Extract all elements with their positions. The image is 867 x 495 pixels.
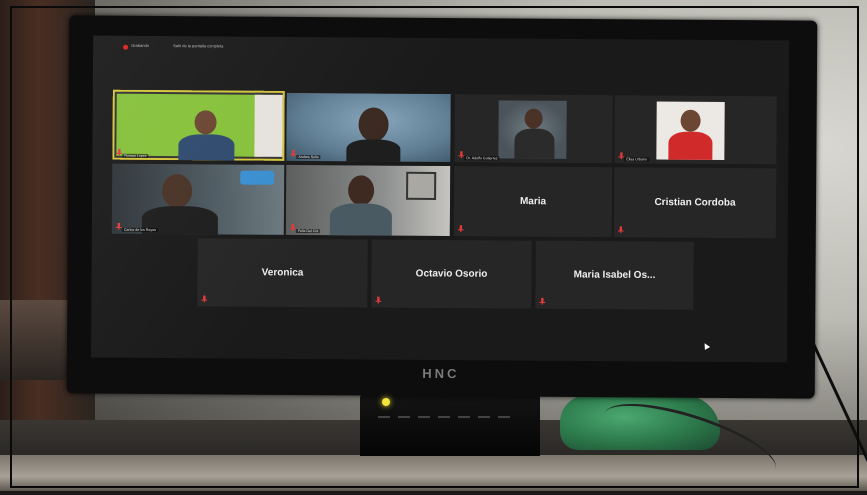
record-icon <box>123 44 129 50</box>
background-poster <box>240 170 275 185</box>
participant-tile[interactable]: Felix Del Cid <box>285 164 451 237</box>
participant-head <box>524 108 543 129</box>
video-call-screen: Grabando Salir de la pantalla completa R… <box>90 35 790 363</box>
participant-tile[interactable]: Dr. Adolfo Gutierrez <box>454 94 613 164</box>
meeting-topbar: Grabando Salir de la pantalla completa <box>93 36 789 61</box>
participant-name: Maria Isabel Os... <box>573 269 656 281</box>
participant-tile[interactable]: Maria <box>453 166 613 238</box>
participant-name: Octavio Osorio <box>415 268 488 280</box>
participant-name: Roman Lopez <box>122 153 149 158</box>
mic-muted-icon <box>539 298 545 305</box>
participant-name: Veronica <box>261 267 304 279</box>
monitor: Grabando Salir de la pantalla completa R… <box>66 15 818 399</box>
mic-muted-icon <box>618 226 624 233</box>
participant-head <box>161 174 193 209</box>
video-background-wall <box>254 94 283 157</box>
participant-name: Dr. Adolfo Gutierrez <box>464 156 500 161</box>
participant-tile[interactable]: Elias Urbano <box>614 95 777 165</box>
participant-head <box>194 110 217 135</box>
recording-label: Grabando <box>131 42 149 48</box>
participant-tile[interactable]: Veronica <box>197 238 368 308</box>
participant-tile[interactable]: Octavio Osorio <box>371 239 532 309</box>
participant-body <box>668 131 713 160</box>
participant-body <box>346 139 401 163</box>
mic-muted-icon <box>458 225 464 232</box>
participant-head <box>680 109 701 132</box>
mouse-cursor-icon <box>701 341 711 350</box>
participant-tile[interactable]: Maria Isabel Os... <box>535 240 694 310</box>
participant-name: Elias Urbano <box>624 157 649 162</box>
wall-picture <box>406 171 437 200</box>
stand-vents <box>378 416 518 418</box>
participant-body <box>178 134 235 161</box>
exit-fullscreen-link[interactable]: Salir de la pantalla completa <box>173 43 223 48</box>
participant-tile[interactable]: Cristian Cordoba <box>613 167 777 239</box>
participant-name: Cristian Cordoba <box>654 196 736 209</box>
participant-name: Carlos de los Reyes <box>121 227 159 233</box>
participant-name: Andres Solis <box>296 154 321 160</box>
participant-tile[interactable]: Andres Solis <box>286 92 451 163</box>
mic-muted-icon <box>201 295 207 302</box>
participant-head <box>358 107 389 142</box>
participant-name: Felix Del Cid <box>295 228 321 234</box>
participant-name: Maria <box>519 196 547 208</box>
monitor-brand-logo: HNC <box>422 365 460 382</box>
participant-head <box>348 175 375 206</box>
participant-body <box>514 128 555 159</box>
participant-tile[interactable]: Carlos de los Reyes <box>111 163 285 235</box>
power-led-icon[interactable] <box>382 398 390 406</box>
participant-tile[interactable]: Roman Lopez <box>112 89 285 161</box>
mic-muted-icon <box>375 297 381 304</box>
participant-body <box>329 203 393 236</box>
